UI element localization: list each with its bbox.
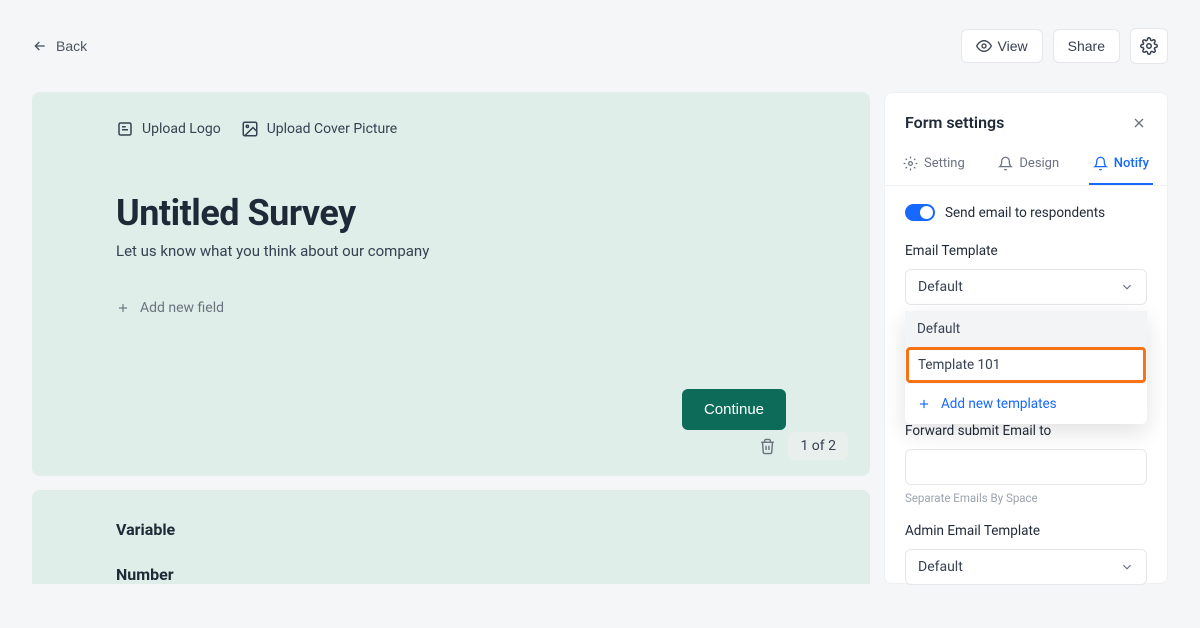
forward-email-label: Forward submit Email to (905, 423, 1147, 439)
share-button[interactable]: Share (1053, 29, 1120, 63)
plus-icon (917, 397, 931, 411)
form-card: Upload Logo Upload Cover Picture Untitle… (32, 92, 870, 476)
chevron-down-icon (1120, 560, 1134, 574)
gear-icon (903, 156, 918, 171)
add-new-templates-button[interactable]: Add new templates (905, 383, 1147, 424)
dropdown-option-template101[interactable]: Template 101 (906, 347, 1146, 383)
chevron-down-icon (1120, 280, 1134, 294)
tab-design-label: Design (1019, 156, 1059, 171)
delete-page-button[interactable] (759, 438, 776, 455)
email-template-selected: Default (918, 279, 963, 295)
email-template-select[interactable]: Default (905, 269, 1147, 305)
settings-button[interactable] (1130, 28, 1168, 64)
add-field-label: Add new field (140, 300, 224, 316)
admin-template-label: Admin Email Template (905, 523, 1147, 539)
send-email-label: Send email to respondents (945, 205, 1105, 221)
upload-logo-button[interactable]: Upload Logo (116, 120, 221, 138)
continue-button[interactable]: Continue (682, 389, 786, 430)
add-new-templates-label: Add new templates (941, 396, 1057, 412)
forward-email-input[interactable] (905, 449, 1147, 485)
continue-label: Continue (704, 401, 764, 418)
toggle-knob (920, 206, 933, 219)
share-label: Share (1068, 38, 1105, 54)
admin-template-select[interactable]: Default (905, 549, 1147, 585)
trash-icon (759, 438, 776, 455)
eye-icon (976, 38, 992, 54)
bell-icon (998, 156, 1013, 171)
tab-notify[interactable]: Notify (1089, 146, 1153, 185)
arrow-left-icon (32, 38, 48, 54)
dropdown-option-default[interactable]: Default (905, 311, 1147, 347)
upload-cover-label: Upload Cover Picture (267, 121, 398, 137)
field-number[interactable]: Number (116, 565, 786, 584)
field-variable[interactable]: Variable (116, 520, 786, 539)
sidebar-title: Form settings (905, 113, 1004, 132)
tab-setting-label: Setting (924, 156, 965, 171)
forward-email-hint: Separate Emails By Space (905, 491, 1147, 505)
form-settings-panel: Form settings Setting Design (884, 92, 1168, 584)
view-button[interactable]: View (961, 29, 1043, 63)
page-indicator: 1 of 2 (788, 432, 848, 460)
view-label: View (998, 38, 1028, 54)
tab-setting[interactable]: Setting (899, 146, 969, 185)
back-label: Back (56, 38, 87, 54)
tab-notify-label: Notify (1114, 156, 1149, 171)
upload-logo-label: Upload Logo (142, 121, 221, 137)
send-email-toggle[interactable] (905, 204, 935, 221)
email-template-label: Email Template (905, 243, 1147, 259)
tab-design[interactable]: Design (994, 146, 1063, 185)
form-fields-card: Variable Number (32, 490, 870, 584)
form-subtitle[interactable]: Let us know what you think about our com… (116, 242, 786, 260)
upload-cover-button[interactable]: Upload Cover Picture (241, 120, 398, 138)
bell-icon (1093, 156, 1108, 171)
back-button[interactable]: Back (32, 38, 87, 54)
plus-icon (116, 301, 130, 315)
gear-icon (1140, 37, 1158, 55)
admin-template-selected: Default (918, 559, 963, 575)
close-panel-button[interactable] (1131, 115, 1147, 131)
add-field-button[interactable]: Add new field (116, 300, 224, 316)
email-template-dropdown: Default Template 101 Add new templates (905, 311, 1147, 424)
close-icon (1131, 115, 1147, 131)
logo-upload-icon (116, 120, 134, 138)
image-icon (241, 120, 259, 138)
form-title[interactable]: Untitled Survey (116, 192, 786, 234)
